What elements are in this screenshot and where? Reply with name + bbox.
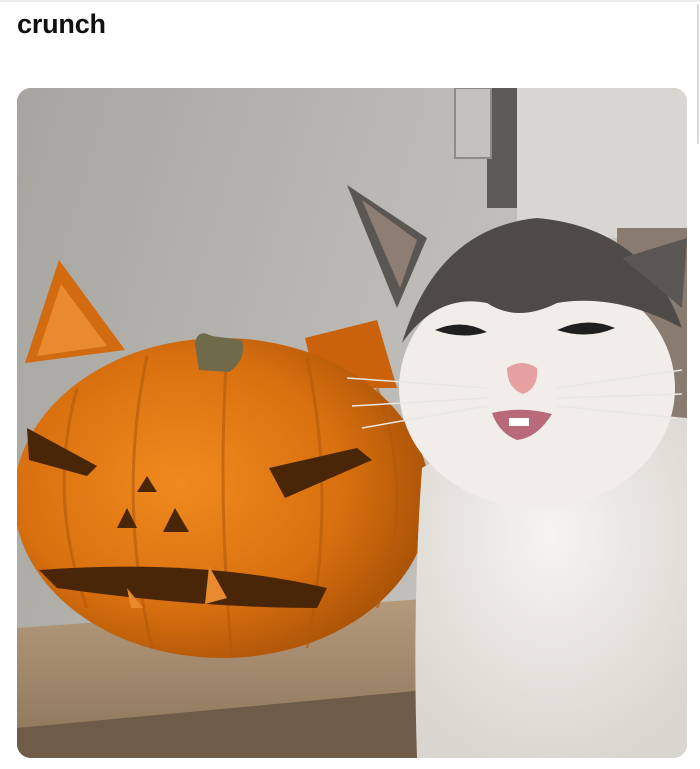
top-divider — [0, 0, 700, 2]
post-image[interactable] — [17, 88, 687, 758]
cat-and-jack-o-lantern-photo — [17, 88, 687, 758]
scrollbar[interactable] — [697, 4, 699, 144]
post-title: crunch — [17, 9, 106, 39]
